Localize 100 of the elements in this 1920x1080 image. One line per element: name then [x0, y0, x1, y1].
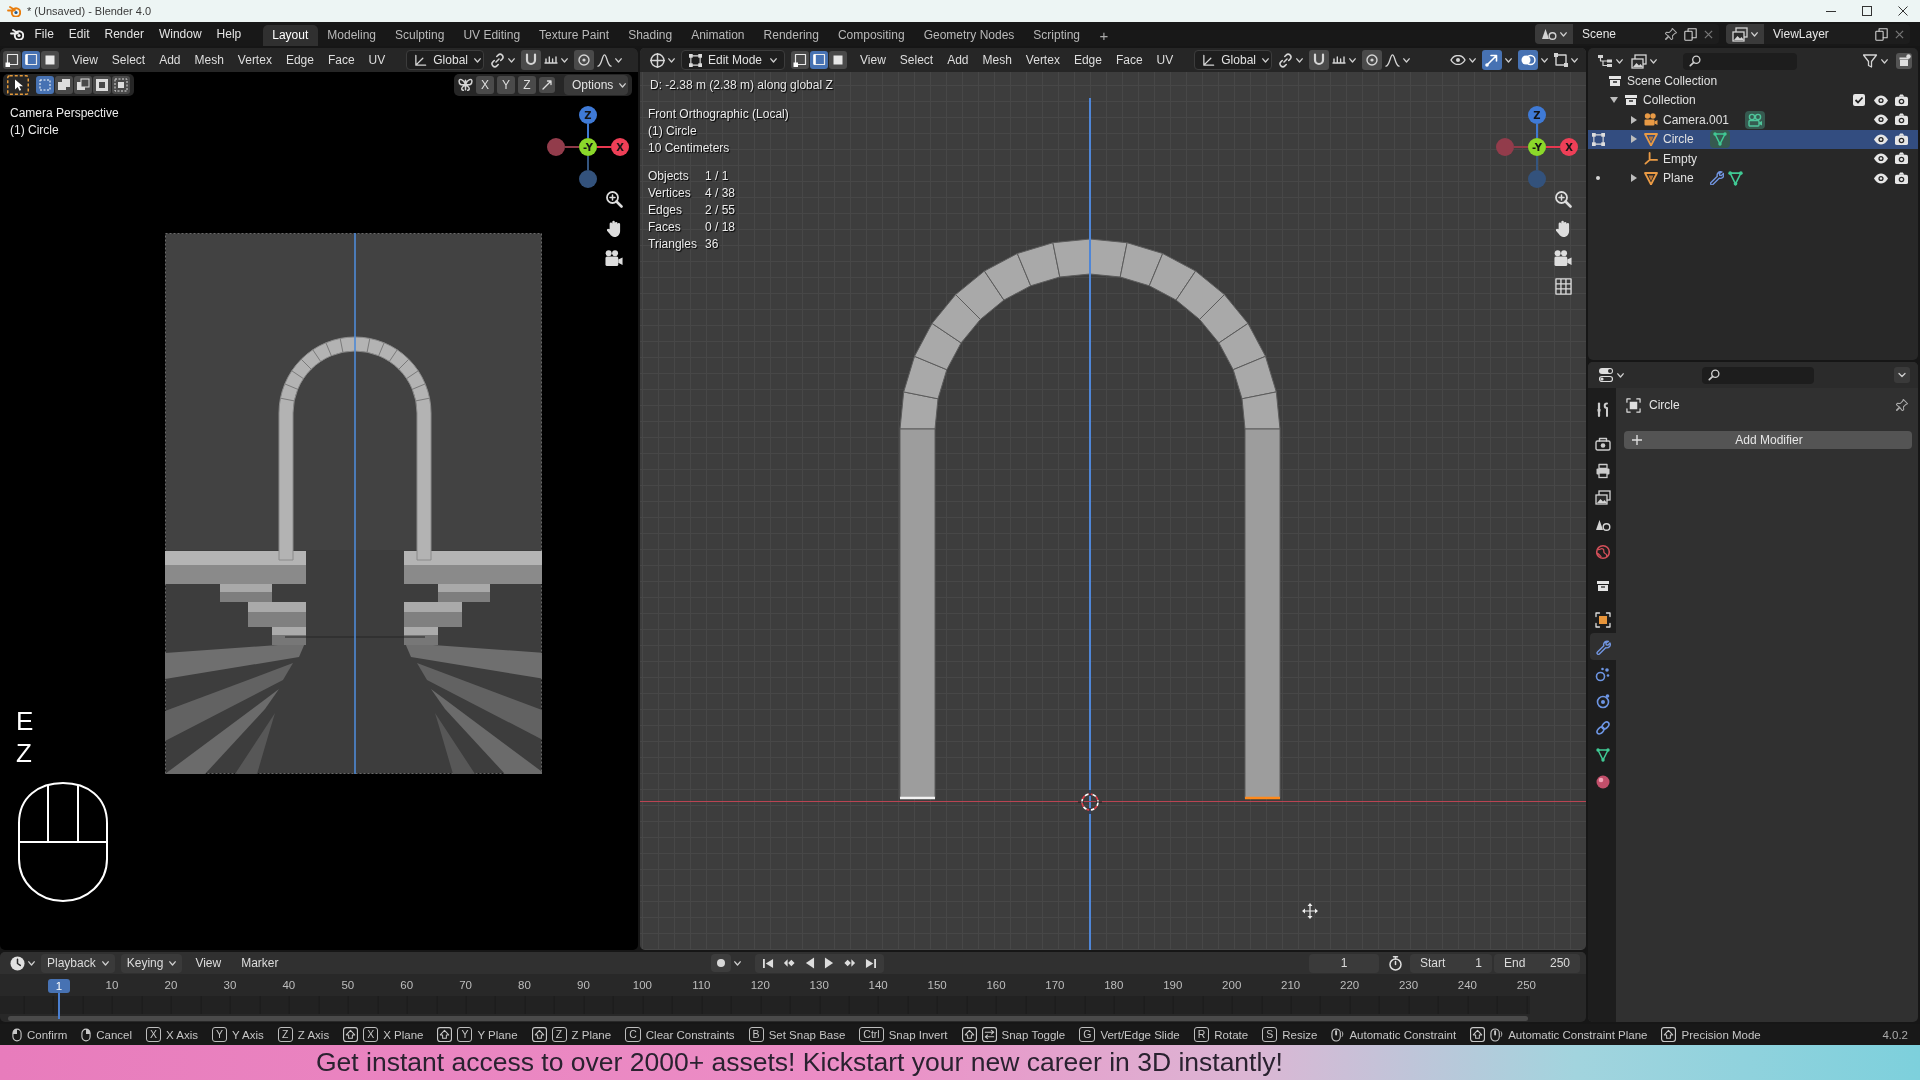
menu-item[interactable]: Vertex	[1018, 53, 1067, 67]
stopwatch-icon[interactable]	[1389, 955, 1402, 971]
outliner-row[interactable]: Collection	[1588, 90, 1918, 110]
app-logo-icon[interactable]	[10, 28, 24, 40]
play-icon[interactable]	[823, 957, 834, 969]
menu-item[interactable]: View	[188, 956, 229, 970]
view-layer-name-field[interactable]: ViewLayer	[1771, 24, 1868, 44]
dropdown-caret-icon[interactable]	[1894, 367, 1910, 383]
orientation-dropdown[interactable]: Global	[1194, 50, 1273, 70]
workspace-tab[interactable]: Geometry Nodes	[914, 25, 1024, 46]
add-modifier-button[interactable]: Add Modifier	[1624, 431, 1912, 449]
edit-mode-icon[interactable]	[1591, 132, 1605, 146]
current-frame-field[interactable]: 1	[1309, 953, 1379, 973]
menu-item[interactable]: Select	[104, 53, 153, 67]
menu-item[interactable]: UV	[1149, 53, 1181, 67]
image-stack-icon[interactable]	[1732, 26, 1748, 42]
gizmo-axis-handle[interactable]: X	[1560, 138, 1578, 156]
camera-icon[interactable]	[605, 250, 623, 266]
camera-icon[interactable]	[1554, 250, 1572, 266]
item-name[interactable]: Plane	[1663, 171, 1694, 186]
workspace-tab[interactable]: Sculpting	[385, 25, 454, 46]
clock-icon[interactable]	[10, 955, 25, 971]
caret-icon[interactable]	[473, 57, 481, 63]
render-camera-icon[interactable]	[1894, 171, 1909, 185]
zoom-icon[interactable]	[605, 190, 623, 208]
maximize-icon[interactable]	[1862, 6, 1872, 16]
duplicate-icon[interactable]	[1875, 27, 1888, 41]
caret-icon[interactable]	[28, 960, 35, 966]
gizmo-axis-handle[interactable]	[1496, 138, 1514, 156]
menu-dropdown[interactable]: Keying	[120, 953, 183, 973]
mirror-axis-toggle[interactable]: X	[476, 76, 494, 94]
mesh-data-icon[interactable]	[1727, 170, 1743, 186]
menu-item[interactable]: Edge	[278, 53, 321, 67]
select-mode-icon[interactable]	[93, 76, 111, 94]
caret-icon[interactable]	[619, 82, 627, 88]
previous-keyframe-icon[interactable]	[782, 958, 796, 968]
image-stack-icon[interactable]	[1631, 53, 1647, 69]
end-frame-field[interactable]: End 250	[1494, 953, 1580, 973]
workspace-tab[interactable]: Texture Paint	[529, 25, 619, 46]
scrollbar[interactable]	[8, 1016, 1528, 1021]
select-mode-icon[interactable]	[55, 76, 73, 94]
item-name[interactable]: Empty	[1663, 151, 1697, 166]
add-workspace-button[interactable]: +	[1089, 25, 1119, 46]
caret-icon[interactable]	[1541, 57, 1548, 63]
increment-snap-icon[interactable]	[544, 56, 559, 64]
menu-item[interactable]: Mesh	[975, 53, 1019, 67]
tree-list-icon[interactable]	[1597, 54, 1613, 68]
search-field[interactable]	[1702, 366, 1814, 384]
mesh-overlay-icon[interactable]	[1554, 53, 1568, 67]
auto-merge-icon[interactable]	[539, 77, 555, 93]
item-name[interactable]: Camera.001	[1663, 112, 1730, 127]
menu-item[interactable]: Select	[892, 53, 941, 67]
pin-icon[interactable]	[1665, 28, 1677, 40]
caret-icon[interactable]	[561, 57, 569, 63]
magnet-icon[interactable]	[1309, 50, 1330, 70]
caret-icon[interactable]	[1616, 58, 1623, 64]
caret-icon[interactable]	[1505, 57, 1512, 63]
gizmo-axis-handle[interactable]: -Y	[1528, 138, 1546, 156]
overlay-circles-icon[interactable]	[1518, 50, 1538, 70]
mode-dot-icon[interactable]	[1596, 176, 1600, 181]
caret-icon[interactable]	[733, 960, 741, 966]
menu-item[interactable]: Window	[151, 27, 210, 41]
vertex-select-icon[interactable]	[3, 51, 21, 69]
caret-icon[interactable]	[668, 57, 675, 63]
caret-icon[interactable]	[1881, 58, 1888, 64]
falloff-curve-icon[interactable]	[1385, 53, 1401, 67]
menu-item[interactable]: Marker	[234, 956, 286, 970]
filter-icon[interactable]	[1863, 54, 1878, 68]
eye-pointer-icon[interactable]	[1450, 55, 1466, 65]
options-dropdown[interactable]: Options	[564, 75, 628, 95]
face-select-icon[interactable]	[829, 51, 847, 69]
menu-item[interactable]: Mesh	[187, 53, 231, 67]
camera-data-icon[interactable]	[1745, 110, 1766, 129]
outliner-row[interactable]: Camera.001	[1588, 110, 1918, 130]
start-frame-field[interactable]: Start 1	[1410, 953, 1492, 973]
hand-icon[interactable]	[606, 220, 622, 238]
render-camera-icon[interactable]	[1894, 132, 1909, 146]
caret-icon[interactable]	[169, 960, 177, 966]
checkbox-icon[interactable]	[1853, 94, 1865, 107]
caret-icon[interactable]	[1751, 31, 1758, 37]
expand-arrow-icon[interactable]	[1631, 115, 1637, 124]
caret-icon[interactable]	[1296, 57, 1304, 63]
gizmo-axis-handle[interactable]: Z	[1528, 106, 1546, 124]
caret-icon[interactable]	[1261, 57, 1269, 63]
jump-start-icon[interactable]	[762, 957, 774, 969]
menu-item[interactable]: File	[27, 27, 62, 41]
play-reverse-icon[interactable]	[804, 957, 815, 969]
item-name[interactable]: Collection	[1643, 93, 1696, 108]
search-field[interactable]	[1683, 52, 1797, 70]
pin-icon[interactable]	[1896, 399, 1908, 411]
duplicate-icon[interactable]	[1684, 27, 1697, 41]
expand-arrow-icon[interactable]	[1631, 135, 1637, 144]
vertex-select-icon[interactable]	[791, 51, 809, 69]
menu-item[interactable]: Render	[97, 27, 152, 41]
grid-icon[interactable]	[1554, 278, 1572, 295]
workspace-tab[interactable]: Layout	[262, 25, 318, 46]
globe-axes-icon[interactable]	[650, 52, 665, 68]
gizmo-axis-handle[interactable]: Z	[579, 106, 597, 124]
jump-end-icon[interactable]	[864, 957, 876, 969]
eye-icon[interactable]	[1873, 133, 1889, 145]
